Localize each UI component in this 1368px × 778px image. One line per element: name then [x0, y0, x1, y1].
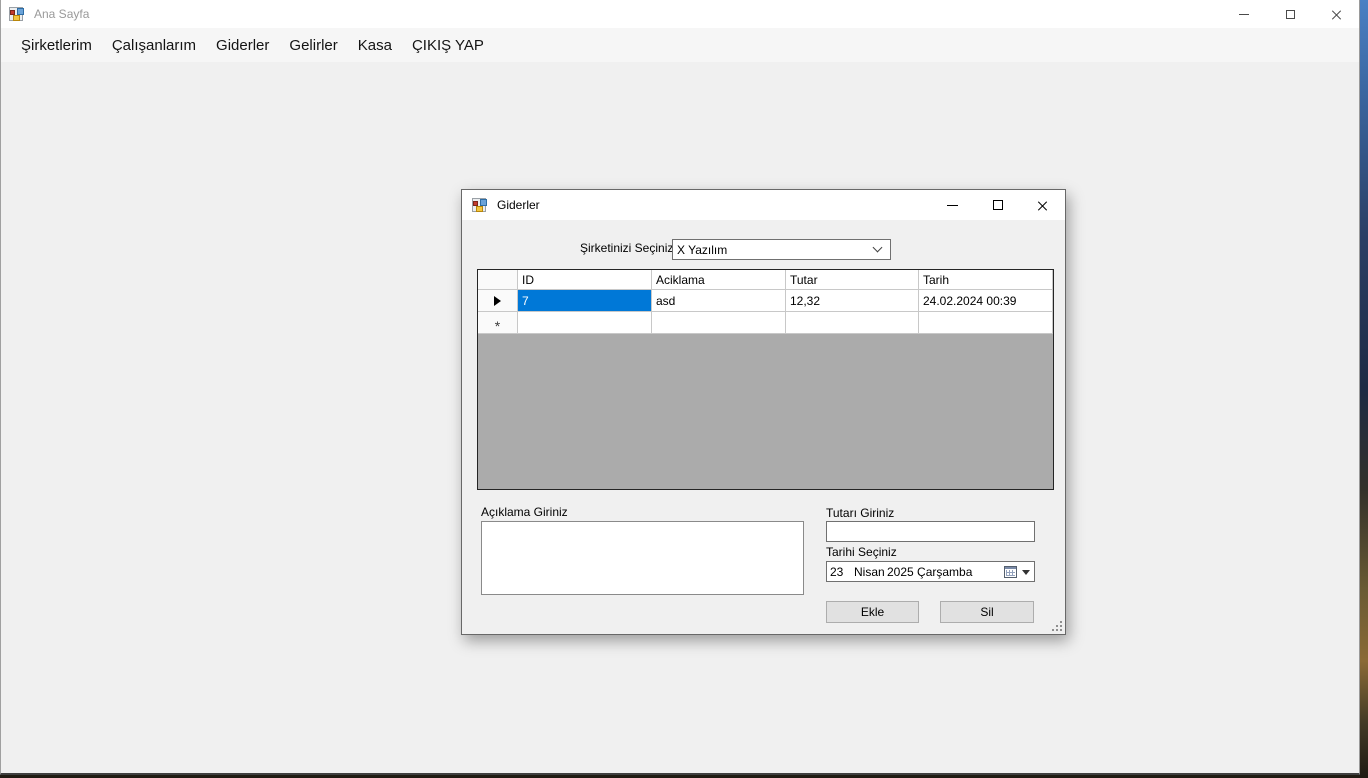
menu-item-sirketlerim[interactable]: Şirketlerim: [11, 31, 102, 60]
close-icon: [1331, 9, 1342, 20]
grid-column-header-aciklama[interactable]: Aciklama: [652, 270, 786, 290]
app-icon-yellow-square: [13, 15, 20, 21]
dialog-window-controls: [930, 190, 1065, 220]
calendar-icon: [1004, 566, 1017, 578]
datepicker-day[interactable]: 23: [830, 565, 843, 579]
aciklama-label: Açıklama Giriniz: [481, 505, 568, 519]
company-select-dropdown[interactable]: X Yazılım: [672, 239, 891, 260]
menu-item-cikis-yap[interactable]: ÇIKIŞ YAP: [402, 31, 494, 60]
company-select-label: Şirketinizi Seçiniz: [580, 241, 670, 255]
dialog-minimize-button[interactable]: [930, 190, 975, 220]
grid-column-header-tarih[interactable]: Tarih: [919, 270, 1053, 290]
close-button[interactable]: [1313, 0, 1359, 28]
dialog-title: Giderler: [497, 198, 540, 212]
grid-column-header-id[interactable]: ID: [518, 270, 652, 290]
dialog-maximize-button[interactable]: [975, 190, 1020, 220]
main-window-title: Ana Sayfa: [34, 7, 89, 21]
minimize-button[interactable]: [1221, 0, 1267, 28]
main-titlebar[interactable]: Ana Sayfa: [1, 0, 1359, 28]
new-cell-tarih[interactable]: [919, 312, 1053, 334]
datepicker-month[interactable]: Nisan: [854, 565, 885, 579]
main-window-controls: [1221, 0, 1359, 28]
minimize-icon: [947, 205, 958, 206]
close-icon: [1037, 200, 1048, 211]
maximize-icon: [1286, 10, 1295, 19]
grid-empty-area: [478, 334, 1053, 489]
cell-tarih[interactable]: 24.02.2024 00:39: [919, 290, 1053, 312]
giderler-dialog: Giderler Şirketinizi Seçiniz X Yazılım I…: [461, 189, 1066, 635]
tarih-label: Tarihi Seçiniz: [826, 545, 897, 559]
maximize-icon: [993, 200, 1003, 210]
dialog-titlebar[interactable]: Giderler: [462, 190, 1065, 220]
expenses-grid: ID Aciklama Tutar Tarih 7 asd 12,32 24.0…: [477, 269, 1054, 490]
cell-tutar[interactable]: 12,32: [786, 290, 919, 312]
minimize-icon: [1239, 14, 1249, 15]
resize-grip[interactable]: [1052, 621, 1062, 631]
row-header-cell[interactable]: [478, 290, 518, 312]
grid-header-row: ID Aciklama Tutar Tarih: [478, 270, 1053, 290]
new-row-header-cell[interactable]: *: [478, 312, 518, 334]
dialog-icon-blue-square: [480, 199, 487, 206]
menu-item-calisanlarim[interactable]: Çalışanlarım: [102, 31, 206, 60]
chevron-down-icon: [873, 243, 883, 253]
new-cell-id[interactable]: [518, 312, 652, 334]
table-row: 7 asd 12,32 24.02.2024 00:39: [478, 290, 1053, 312]
tutar-label: Tutarı Giriniz: [826, 506, 894, 520]
new-cell-aciklama[interactable]: [652, 312, 786, 334]
menu-item-kasa[interactable]: Kasa: [348, 31, 402, 60]
menu-item-giderler[interactable]: Giderler: [206, 31, 279, 60]
sil-button[interactable]: Sil: [940, 601, 1034, 623]
menu-item-gelirler[interactable]: Gelirler: [279, 31, 347, 60]
grid-new-row: *: [478, 312, 1053, 334]
grid-corner-header[interactable]: [478, 270, 518, 290]
current-row-triangle-icon: [494, 296, 501, 306]
company-select-value: X Yazılım: [677, 243, 727, 257]
aciklama-input[interactable]: [481, 521, 804, 595]
tutar-input[interactable]: [826, 521, 1035, 542]
dialog-body: Şirketinizi Seçiniz X Yazılım ID Aciklam…: [462, 220, 1065, 634]
ekle-button[interactable]: Ekle: [826, 601, 919, 623]
app-icon: [9, 6, 25, 22]
cell-id[interactable]: 7: [518, 290, 652, 312]
cell-aciklama[interactable]: asd: [652, 290, 786, 312]
dialog-icon-yellow-square: [476, 206, 483, 212]
tarih-datepicker[interactable]: 23 Nisan 2025 Çarşamba: [826, 561, 1035, 582]
maximize-button[interactable]: [1267, 0, 1313, 28]
grid-column-header-tutar[interactable]: Tutar: [786, 270, 919, 290]
new-cell-tutar[interactable]: [786, 312, 919, 334]
dropdown-arrow-icon[interactable]: [1022, 570, 1030, 575]
main-menubar: Şirketlerim Çalışanlarım Giderler Gelirl…: [1, 28, 1359, 62]
datepicker-year-weekday[interactable]: 2025 Çarşamba: [887, 565, 972, 579]
app-icon-blue-square: [17, 8, 24, 15]
new-row-asterisk-icon: *: [495, 321, 500, 331]
dialog-app-icon: [472, 197, 488, 213]
dialog-close-button[interactable]: [1020, 190, 1065, 220]
